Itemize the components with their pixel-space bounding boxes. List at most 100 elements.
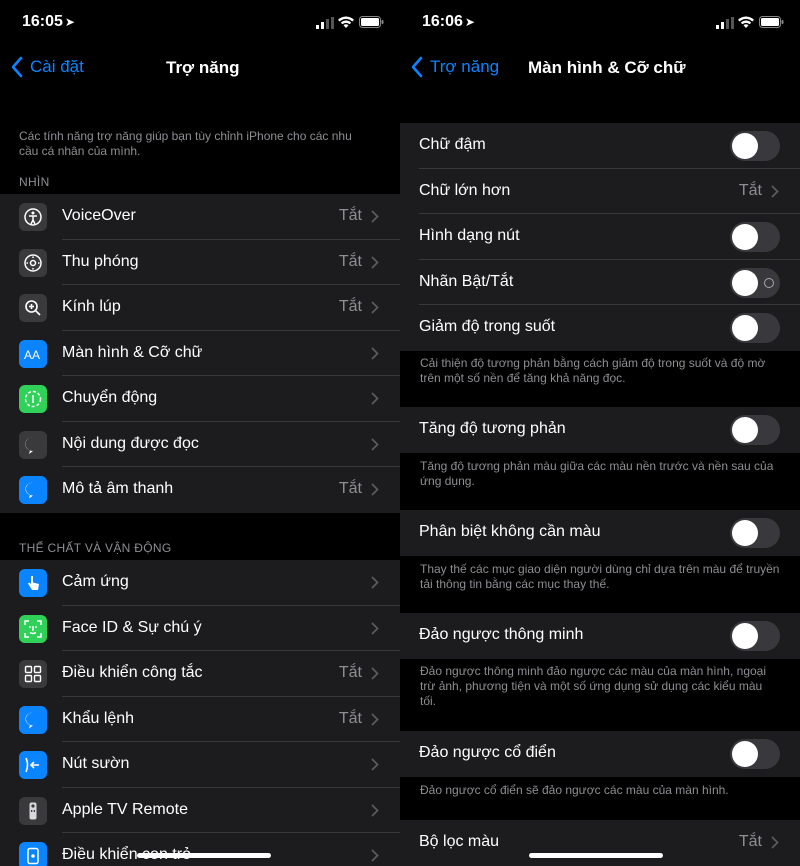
voiceover-icon: [19, 203, 47, 231]
increase-contrast-toggle[interactable]: [730, 415, 780, 445]
smart-invert-toggle[interactable]: [730, 621, 780, 651]
status-time: 16:05 ➤: [22, 13, 75, 30]
pointer-control-icon: [19, 842, 47, 866]
smart-invert-group: Đảo ngược thông minh: [400, 613, 800, 659]
item-label: Màn hình & Cỡ chữ: [62, 343, 203, 361]
classic-invert-toggle[interactable]: [730, 739, 780, 769]
battery-icon: [359, 16, 384, 28]
chevron-right-icon: [371, 256, 379, 268]
list-item-switch-control[interactable]: Điều khiển công tắc Tắt: [0, 651, 400, 697]
row-button-shapes: Hình dạng nút: [400, 214, 800, 260]
list-item-apple-tv-remote[interactable]: Apple TV Remote: [0, 788, 400, 833]
chevron-right-icon: [371, 576, 379, 589]
toggle-knob: [732, 133, 758, 159]
section-header-vision: NHÌN: [19, 175, 50, 189]
bold-text-toggle[interactable]: [730, 131, 780, 161]
list-item-voice-control[interactable]: Khẩu lệnh Tắt: [0, 697, 400, 742]
smart-invert-note: Đảo ngược thông minh đảo ngược các màu c…: [420, 664, 767, 708]
list-item-side-button[interactable]: Nút sườn: [0, 742, 400, 788]
list-item-spoken-content[interactable]: Nội dung được đọc: [0, 422, 400, 467]
list-item-audio-descriptions[interactable]: Mô tả âm thanh Tắt: [0, 467, 400, 513]
item-label: Face ID & Sự chú ý: [62, 618, 202, 636]
row-larger-text[interactable]: Chữ lớn hơn Tắt: [400, 169, 800, 214]
row-on-off-labels: Nhãn Bật/Tắt: [400, 260, 800, 305]
audio-description-icon: [19, 476, 47, 504]
item-label: Nút sườn: [62, 755, 130, 772]
svg-text:AA: AA: [24, 348, 40, 362]
reduce-transparency-toggle[interactable]: [730, 313, 780, 343]
item-value: Tắt: [338, 709, 362, 727]
row-value: Tắt: [738, 833, 762, 850]
chevron-left-icon: [411, 56, 423, 78]
wifi-icon: [738, 16, 754, 28]
toggle-knob: [732, 741, 758, 767]
row-label: Hình dạng nút: [419, 227, 520, 244]
item-value: Tắt: [338, 664, 362, 681]
list-item-display-text-size[interactable]: AA Màn hình & Cỡ chữ: [0, 331, 400, 376]
row-label: Phân biệt không cần màu: [419, 523, 601, 540]
home-indicator[interactable]: [529, 853, 663, 858]
toggle-knob: [732, 417, 758, 443]
chevron-right-icon: [371, 622, 379, 634]
intro-text: Các tính năng trợ năng giúp bạn tùy chỉn…: [19, 129, 352, 158]
back-button[interactable]: Trợ năng: [410, 56, 499, 78]
navigation-bar: Cài đặt Trợ năng: [0, 46, 400, 90]
toggle-knob: [732, 520, 758, 546]
magnifier-icon: [19, 294, 47, 322]
row-label: Chữ đậm: [419, 136, 486, 153]
item-label: Thu phóng: [62, 252, 139, 270]
chevron-left-icon: [11, 56, 23, 78]
chevron-right-icon: [371, 483, 379, 496]
on-off-labels-toggle[interactable]: [730, 267, 780, 298]
list-item-zoom[interactable]: Thu phóng Tắt: [0, 240, 400, 285]
section-header-physical-motor: THỂ CHẤT VÀ VẬN ĐỘNG: [19, 541, 172, 555]
list-item-touch[interactable]: Cảm ứng: [0, 560, 400, 606]
chevron-right-icon: [371, 667, 379, 680]
list-item-voiceover[interactable]: VoiceOver Tắt: [0, 194, 400, 240]
row-label: Đảo ngược cổ điển: [419, 744, 556, 761]
item-value: Tắt: [338, 252, 362, 270]
wifi-icon: [338, 16, 354, 28]
status-time: 16:06 ➤: [422, 13, 475, 30]
item-label: Khẩu lệnh: [62, 709, 135, 727]
item-label: Nội dung được đọc: [62, 434, 199, 452]
row-value: Tắt: [738, 181, 762, 199]
classic-invert-note: Đảo ngược cổ điển sẽ đảo ngược các màu c…: [420, 783, 729, 797]
chevron-right-icon: [371, 392, 379, 405]
page-title: Trợ năng: [166, 58, 240, 77]
toggle-knob: [732, 224, 758, 250]
back-button[interactable]: Cài đặt: [10, 56, 84, 78]
list-item-magnifier[interactable]: Kính lúp Tắt: [0, 285, 400, 331]
row-increase-contrast: Tăng độ tương phản: [400, 407, 800, 453]
differentiate-without-color-toggle[interactable]: [730, 518, 780, 548]
page-title: Màn hình & Cỡ chữ: [528, 58, 686, 77]
row-smart-invert: Đảo ngược thông minh: [400, 613, 800, 659]
item-label: VoiceOver: [62, 207, 136, 224]
item-label: Chuyển động: [62, 389, 158, 406]
motion-icon: [19, 385, 47, 413]
chevron-right-icon: [771, 836, 779, 849]
vision-list: VoiceOver Tắt Thu phóng Tắt Kính lúp Tắt…: [0, 194, 400, 513]
face-id-icon: [19, 614, 47, 643]
reduce-transparency-note: Cải thiện độ tương phản bằng cách giảm đ…: [420, 356, 766, 385]
voice-control-icon: [19, 705, 47, 734]
row-label: Chữ lớn hơn: [419, 181, 511, 199]
back-label: Cài đặt: [30, 57, 84, 76]
accessibility-screen: 16:05 ➤ Cài đặt Trợ năng Các tính năng tr…: [0, 0, 400, 866]
item-label: Điều khiển công tắc: [62, 664, 203, 681]
button-shapes-toggle[interactable]: [730, 222, 780, 252]
off-label-icon: [764, 277, 774, 288]
row-label: Đảo ngược thông minh: [419, 626, 584, 643]
status-bar: 16:06 ➤: [400, 0, 800, 46]
list-item-face-id-attention[interactable]: Face ID & Sự chú ý: [0, 606, 400, 651]
list-item-motion[interactable]: Chuyển động: [0, 376, 400, 422]
row-color-filters[interactable]: Bộ lọc màu Tắt: [400, 820, 800, 866]
back-label: Trợ năng: [430, 57, 500, 76]
list-item-pointer-control[interactable]: Điều khiển con trỏ: [0, 833, 400, 866]
toggle-knob: [732, 315, 758, 341]
home-indicator[interactable]: [137, 853, 271, 858]
row-label: Giảm độ trong suốt: [419, 318, 556, 335]
item-value: Tắt: [338, 298, 362, 315]
item-label: Apple TV Remote: [62, 800, 188, 818]
battery-icon: [759, 16, 784, 28]
